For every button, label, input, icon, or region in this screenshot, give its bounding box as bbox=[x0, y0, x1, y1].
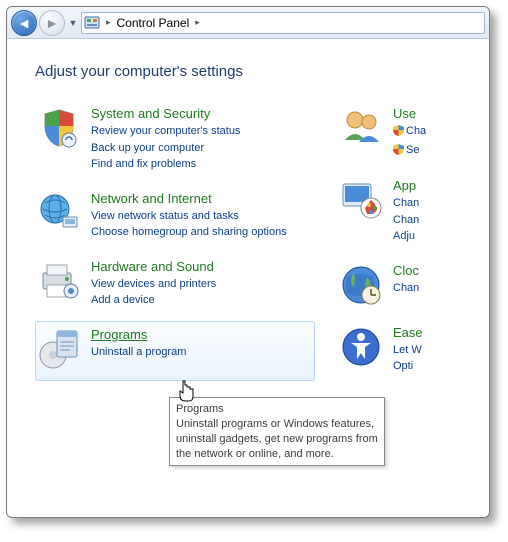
content-area: Adjust your computer's settings bbox=[7, 39, 489, 395]
category-title[interactable]: Network and Internet bbox=[91, 191, 287, 206]
category-clock[interactable]: Cloc Chan bbox=[339, 257, 481, 317]
category-appearance[interactable]: App Chan Chan Adju bbox=[339, 172, 481, 255]
category-hardware-sound[interactable]: Hardware and Sound View devices and prin… bbox=[35, 253, 315, 319]
appearance-icon bbox=[339, 178, 383, 222]
printer-icon bbox=[37, 259, 81, 303]
category-link[interactable]: Review your computer's status bbox=[91, 123, 240, 140]
category-link[interactable]: Chan bbox=[393, 280, 419, 297]
category-columns: System and Security Review your computer… bbox=[35, 100, 481, 387]
chevron-right-icon: ▸ bbox=[193, 17, 202, 28]
control-panel-icon bbox=[84, 15, 100, 31]
category-system-security[interactable]: System and Security Review your computer… bbox=[35, 100, 315, 183]
category-user-accounts[interactable]: Use Cha Se bbox=[339, 100, 481, 170]
category-link[interactable]: Cha bbox=[393, 123, 426, 142]
category-title[interactable]: Programs bbox=[91, 327, 186, 342]
globe-network-icon bbox=[37, 191, 81, 235]
category-title[interactable]: Ease bbox=[393, 325, 423, 340]
category-title[interactable]: Hardware and Sound bbox=[91, 259, 216, 274]
category-link[interactable]: Chan bbox=[393, 195, 419, 212]
category-link[interactable]: Find and fix problems bbox=[91, 156, 240, 173]
category-link[interactable]: Let W bbox=[393, 342, 423, 359]
uac-shield-icon bbox=[393, 125, 404, 142]
back-button[interactable]: ◄ bbox=[11, 10, 37, 36]
tooltip-title: Programs bbox=[176, 402, 378, 417]
category-link[interactable]: Adju bbox=[393, 228, 419, 245]
arrow-right-icon: ► bbox=[45, 16, 59, 30]
tooltip-body: Uninstall programs or Windows features, … bbox=[176, 417, 378, 462]
ease-of-access-icon bbox=[339, 325, 383, 369]
category-ease-of-access[interactable]: Ease Let W Opti bbox=[339, 319, 481, 385]
category-network-internet[interactable]: Network and Internet View network status… bbox=[35, 185, 315, 251]
breadcrumb-item[interactable]: Control Panel bbox=[117, 16, 190, 30]
users-icon bbox=[339, 106, 383, 150]
left-column: System and Security Review your computer… bbox=[35, 100, 315, 387]
category-title[interactable]: System and Security bbox=[91, 106, 240, 121]
forward-button[interactable]: ► bbox=[39, 10, 65, 36]
category-programs[interactable]: Programs Uninstall a program bbox=[35, 321, 315, 381]
category-link[interactable]: Se bbox=[393, 142, 426, 161]
category-title[interactable]: Use bbox=[393, 106, 426, 121]
uac-shield-icon bbox=[393, 144, 404, 161]
category-link[interactable]: Uninstall a program bbox=[91, 344, 186, 361]
category-link[interactable]: Back up your computer bbox=[91, 140, 240, 157]
control-panel-window: ◄ ► ▼ ▸ Control Panel ▸ Adjust your comp… bbox=[6, 6, 490, 518]
right-column: Use Cha Se bbox=[339, 100, 481, 387]
category-link[interactable]: View devices and printers bbox=[91, 276, 216, 293]
address-bar[interactable]: ▸ Control Panel ▸ bbox=[81, 12, 485, 34]
category-link[interactable]: Choose homegroup and sharing options bbox=[91, 224, 287, 241]
category-link[interactable]: Opti bbox=[393, 358, 423, 375]
shield-icon bbox=[37, 106, 81, 150]
programs-icon bbox=[37, 327, 81, 371]
page-title: Adjust your computer's settings bbox=[35, 63, 481, 80]
category-title[interactable]: App bbox=[393, 178, 419, 193]
arrow-left-icon: ◄ bbox=[17, 16, 31, 30]
category-link[interactable]: Chan bbox=[393, 212, 419, 229]
nav-history-dropdown[interactable]: ▼ bbox=[67, 10, 79, 36]
tooltip: Programs Uninstall programs or Windows f… bbox=[169, 397, 385, 466]
category-title[interactable]: Cloc bbox=[393, 263, 419, 278]
category-link[interactable]: Add a device bbox=[91, 292, 216, 309]
category-link[interactable]: View network status and tasks bbox=[91, 208, 287, 225]
clock-globe-icon bbox=[339, 263, 383, 307]
chevron-right-icon: ▸ bbox=[104, 17, 113, 28]
nav-bar: ◄ ► ▼ ▸ Control Panel ▸ bbox=[7, 7, 489, 39]
